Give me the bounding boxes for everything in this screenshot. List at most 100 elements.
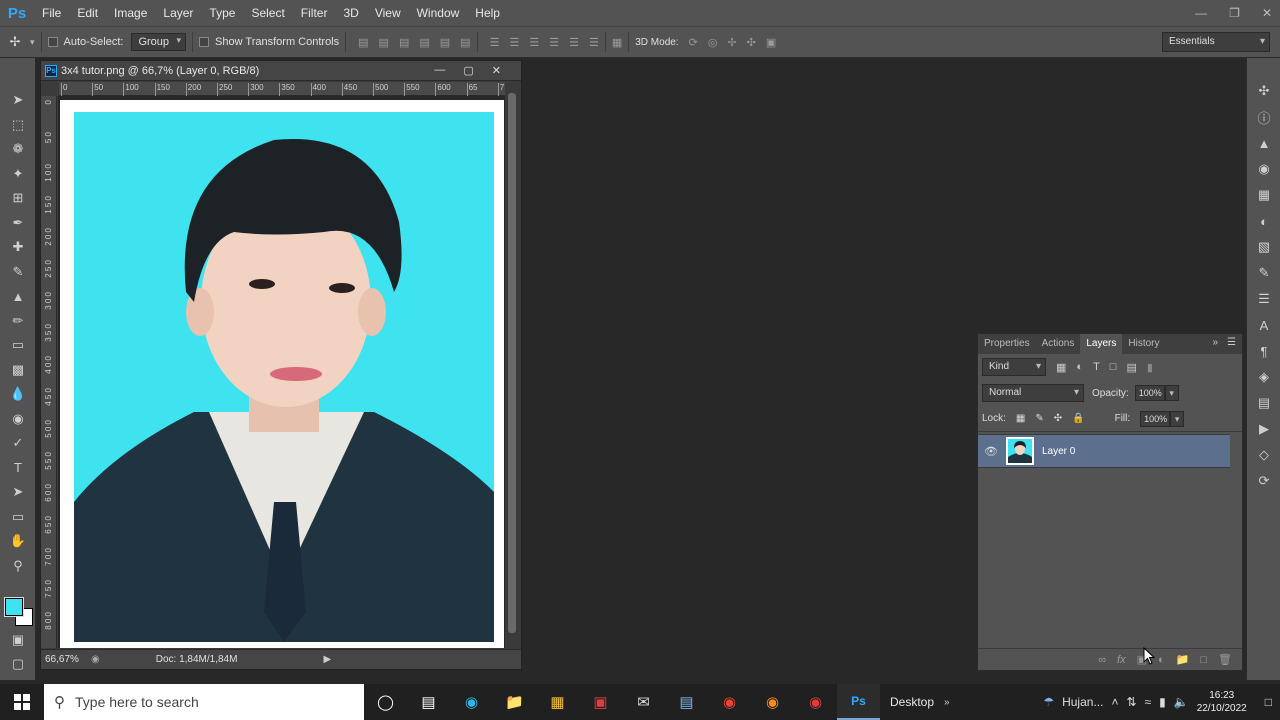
- wifi-icon[interactable]: ≈: [1145, 695, 1152, 709]
- menu-image[interactable]: Image: [106, 0, 155, 26]
- notifications-icon[interactable]: □: [1265, 695, 1272, 709]
- pen-tool-icon[interactable]: ✓: [0, 431, 36, 456]
- tab-history[interactable]: History: [1122, 334, 1165, 354]
- align-left-icon[interactable]: ▤: [419, 36, 429, 49]
- tab-actions[interactable]: Actions: [1036, 334, 1081, 354]
- distribute-top-icon[interactable]: ☰: [490, 36, 500, 49]
- recorder-icon[interactable]: ◉: [794, 684, 837, 720]
- 3d-roll-icon[interactable]: ◎: [708, 36, 718, 49]
- filter-kind-dropdown[interactable]: Kind: [982, 358, 1046, 376]
- battery-icon[interactable]: ▮: [1159, 695, 1166, 709]
- opacity-field[interactable]: 100%: [1134, 385, 1165, 401]
- foreground-color-swatch[interactable]: [4, 597, 24, 617]
- lock-pixels-icon[interactable]: ✎: [1035, 413, 1043, 424]
- gift-app-icon[interactable]: ▣: [579, 684, 622, 720]
- visibility-eye-icon[interactable]: 👁: [978, 445, 1004, 458]
- tray-chevron-up-icon[interactable]: ˄: [1111, 695, 1118, 709]
- healing-brush-tool-icon[interactable]: ✚: [0, 235, 36, 260]
- info-panel-icon[interactable]: ⓘ: [1247, 104, 1280, 130]
- swatches-panel-icon[interactable]: ▦: [1247, 182, 1280, 208]
- tab-layers[interactable]: Layers: [1080, 334, 1123, 354]
- menu-3d[interactable]: 3D: [335, 0, 366, 26]
- color-panel-icon[interactable]: ◉: [1247, 156, 1280, 182]
- 3d-pan-icon[interactable]: ✢: [727, 36, 736, 49]
- brush-tool-icon[interactable]: ✎: [0, 260, 36, 285]
- panel-menu-icon[interactable]: ☰: [1227, 337, 1236, 348]
- move-tool-icon[interactable]: ✢: [0, 34, 30, 50]
- filter-shape-icon[interactable]: □: [1110, 361, 1117, 373]
- filter-smart-object-icon[interactable]: ▤: [1126, 361, 1136, 374]
- canvas-document[interactable]: [60, 100, 504, 648]
- fx-icon[interactable]: fx: [1117, 654, 1126, 666]
- toolbar-expand-icon[interactable]: »: [944, 697, 950, 708]
- filter-adjustment-icon[interactable]: ◐: [1076, 361, 1083, 373]
- clone-stamp-tool-icon[interactable]: ▲: [0, 284, 36, 309]
- link-layers-icon[interactable]: ∞: [1098, 654, 1106, 666]
- marquee-tool-icon[interactable]: ⬚: [0, 113, 36, 138]
- menu-select[interactable]: Select: [243, 0, 292, 26]
- 3d-scale-icon[interactable]: ▣: [766, 36, 776, 49]
- 3d-panel-icon[interactable]: ◈: [1247, 364, 1280, 390]
- photoshop-taskbar-icon[interactable]: Ps: [837, 684, 880, 720]
- status-info-icon[interactable]: ◉: [91, 654, 100, 665]
- styles-panel-icon[interactable]: ▧: [1247, 234, 1280, 260]
- doc-close-icon[interactable]: ✕: [492, 64, 501, 77]
- brush-presets-icon[interactable]: ☰: [1247, 286, 1280, 312]
- eyedropper-tool-icon[interactable]: ✒: [0, 211, 36, 236]
- chrome-icon[interactable]: ◉: [708, 684, 751, 720]
- filter-pixel-icon[interactable]: ▦: [1056, 361, 1066, 374]
- mail-icon[interactable]: ✉: [622, 684, 665, 720]
- doc-maximize-icon[interactable]: ▢: [463, 64, 473, 77]
- align-vcenter-icon[interactable]: ▤: [379, 36, 389, 49]
- menu-window[interactable]: Window: [409, 0, 468, 26]
- menu-file[interactable]: File: [34, 0, 69, 26]
- auto-select-checkbox[interactable]: Auto-Select:: [47, 36, 123, 48]
- menu-edit[interactable]: Edit: [69, 0, 106, 26]
- quick-select-tool-icon[interactable]: ✦: [0, 162, 36, 187]
- task-view-icon[interactable]: ▤: [407, 684, 450, 720]
- channels-panel-icon[interactable]: ▤: [1247, 390, 1280, 416]
- weather-icon[interactable]: ☂: [1043, 695, 1054, 709]
- color-swatches[interactable]: [4, 597, 33, 626]
- layer-row[interactable]: 👁 Layer 0: [978, 434, 1230, 468]
- navigator-panel-icon[interactable]: ✣: [1247, 78, 1280, 104]
- distribute-vcenter-icon[interactable]: ☰: [509, 36, 519, 49]
- paths-panel-icon[interactable]: ⟳: [1247, 468, 1280, 494]
- history-brush-tool-icon[interactable]: ✏: [0, 309, 36, 334]
- edge-browser-icon[interactable]: ◉: [450, 684, 493, 720]
- restore-icon[interactable]: ❐: [1229, 6, 1240, 20]
- filter-toggle-icon[interactable]: ▮: [1147, 361, 1153, 374]
- scrollbar-thumb[interactable]: [508, 93, 516, 633]
- lock-transparent-icon[interactable]: ▦: [1016, 413, 1025, 424]
- crop-tool-icon[interactable]: ⊞: [0, 186, 36, 211]
- rectangle-tool-icon[interactable]: ▭: [0, 505, 36, 530]
- system-clock[interactable]: 16:23 22/10/2022: [1197, 689, 1247, 715]
- new-layer-icon[interactable]: □: [1200, 654, 1207, 666]
- menu-type[interactable]: Type: [201, 0, 243, 26]
- adjustment-layer-icon[interactable]: ◐: [1158, 654, 1165, 666]
- document-tab[interactable]: Ps 3x4 tutor.png @ 66,7% (Layer 0, RGB/8…: [41, 61, 521, 81]
- lock-position-icon[interactable]: ✣: [1054, 413, 1062, 424]
- character-panel-icon[interactable]: A: [1247, 312, 1280, 338]
- align-hcenter-icon[interactable]: ▤: [440, 36, 450, 49]
- lasso-tool-icon[interactable]: ❁: [0, 137, 36, 162]
- distribute-hcenter-icon[interactable]: ☰: [569, 36, 579, 49]
- filter-type-icon[interactable]: T: [1093, 361, 1100, 373]
- distribute-bottom-icon[interactable]: ☰: [529, 36, 539, 49]
- show-transform-checkbox[interactable]: Show Transform Controls: [199, 36, 339, 48]
- minimize-icon[interactable]: —: [1195, 6, 1207, 20]
- histogram-panel-icon[interactable]: ▲: [1247, 130, 1280, 156]
- 3d-slide-icon[interactable]: ✣: [747, 36, 756, 49]
- start-button[interactable]: [0, 684, 44, 720]
- layer-name[interactable]: Layer 0: [1042, 446, 1075, 457]
- opacity-chevron-down-icon[interactable]: ▾: [1164, 385, 1179, 401]
- menu-view[interactable]: View: [367, 0, 409, 26]
- menu-help[interactable]: Help: [467, 0, 508, 26]
- vertical-scrollbar[interactable]: [505, 83, 519, 649]
- 3d-rotate-icon[interactable]: ⟳: [689, 36, 698, 49]
- taskbar-search-box[interactable]: ⚲ Type here to search: [44, 684, 364, 720]
- eraser-tool-icon[interactable]: ▭: [0, 333, 36, 358]
- actions-panel-icon[interactable]: ▶: [1247, 416, 1280, 442]
- distribute-right-icon[interactable]: ☰: [589, 36, 599, 49]
- dodge-tool-icon[interactable]: ◉: [0, 407, 36, 432]
